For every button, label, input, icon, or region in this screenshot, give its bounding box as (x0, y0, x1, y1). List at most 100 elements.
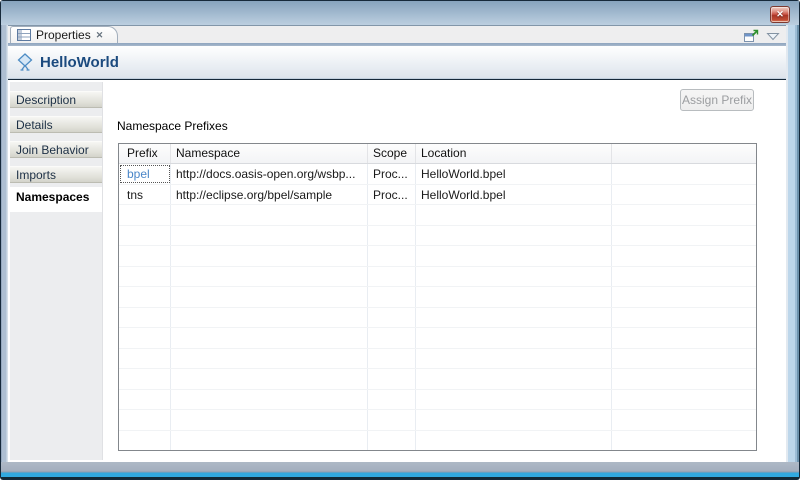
empty-cell (171, 246, 368, 266)
empty-cell (171, 266, 368, 286)
empty-cell (171, 205, 368, 225)
restore-view-icon[interactable] (743, 29, 760, 44)
empty-cell (416, 246, 612, 266)
empty-cell (416, 348, 612, 368)
tab-close-icon[interactable]: ✕ (96, 30, 104, 40)
empty-cell (119, 389, 171, 409)
location-cell[interactable]: HelloWorld.bpel (416, 184, 612, 204)
sidebar-item-namespaces[interactable]: Namespaces (10, 187, 102, 212)
bpel-process-icon (17, 53, 33, 71)
column-header-namespace[interactable]: Namespace (171, 144, 368, 163)
empty-cell (612, 369, 756, 389)
table-empty-row[interactable] (119, 246, 756, 267)
column-header-location[interactable]: Location (416, 144, 612, 163)
table-empty-row[interactable] (119, 225, 756, 246)
empty-cell (612, 328, 756, 348)
table-empty-row[interactable] (119, 328, 756, 349)
table-empty-row[interactable] (119, 348, 756, 369)
view-menu-chevron-icon[interactable] (766, 32, 780, 41)
column-header-blank[interactable] (612, 144, 756, 163)
sidebar-item-join-behavior[interactable]: Join Behavior (10, 141, 102, 158)
blank-cell (612, 185, 756, 205)
sidebar-item-description[interactable]: Description (10, 91, 102, 108)
namespace-cell[interactable]: http://docs.oasis-open.org/wsbp... (171, 164, 368, 184)
empty-cell (119, 410, 171, 430)
empty-cell (612, 205, 756, 225)
empty-cell (416, 225, 612, 245)
scope-cell[interactable]: Proc... (368, 164, 416, 184)
empty-cell (612, 246, 756, 266)
window-frame-right (786, 25, 799, 462)
empty-cell (171, 225, 368, 245)
empty-cell (416, 369, 612, 389)
empty-cell (416, 410, 612, 430)
empty-cell (368, 307, 416, 327)
table-empty-row[interactable] (119, 266, 756, 287)
empty-cell (368, 328, 416, 348)
empty-cell (119, 266, 171, 286)
column-header-prefix[interactable]: Prefix (119, 144, 171, 163)
blank-cell (612, 164, 756, 184)
empty-cell (612, 410, 756, 430)
empty-cell (612, 431, 756, 451)
empty-cell (119, 348, 171, 368)
table-empty-row[interactable] (119, 307, 756, 328)
table-header-row: Prefix Namespace Scope Location (119, 144, 756, 164)
column-header-scope[interactable]: Scope (368, 144, 416, 163)
page-title: HelloWorld (40, 53, 119, 71)
empty-cell (119, 246, 171, 266)
property-tab-list: Description Details Join Behavior Import… (10, 82, 103, 460)
empty-cell (171, 410, 368, 430)
empty-cell (368, 389, 416, 409)
table-row[interactable]: bpel http://docs.oasis-open.org/wsbp... … (119, 164, 756, 185)
table-empty-rows (119, 205, 756, 451)
empty-cell (171, 430, 368, 450)
sidebar-item-details[interactable]: Details (10, 116, 102, 133)
empty-cell (119, 307, 171, 327)
empty-cell (368, 348, 416, 368)
properties-view-icon (17, 29, 31, 41)
selection-header: HelloWorld (8, 46, 786, 79)
tab-properties[interactable]: Properties ✕ (10, 26, 118, 43)
empty-cell (119, 430, 171, 450)
empty-cell (416, 307, 612, 327)
window-close-button[interactable]: ✕ (770, 6, 790, 23)
empty-cell (416, 205, 612, 225)
table-row[interactable]: tns http://eclipse.org/bpel/sample Proc.… (119, 184, 756, 205)
empty-cell (416, 430, 612, 450)
empty-cell (119, 369, 171, 389)
view-body: Description Details Join Behavior Import… (8, 80, 786, 462)
table-empty-row[interactable] (119, 205, 756, 226)
empty-cell (416, 266, 612, 286)
empty-cell (368, 246, 416, 266)
empty-cell (612, 267, 756, 287)
empty-cell (368, 205, 416, 225)
empty-cell (119, 287, 171, 307)
assign-prefix-button[interactable]: Assign Prefix (680, 89, 754, 111)
window-frame-bottom (1, 462, 799, 479)
table-empty-row[interactable] (119, 287, 756, 308)
empty-cell (171, 369, 368, 389)
empty-cell (171, 287, 368, 307)
empty-cell (368, 287, 416, 307)
empty-cell (612, 349, 756, 369)
location-cell[interactable]: HelloWorld.bpel (416, 164, 612, 184)
empty-cell (416, 287, 612, 307)
window-titlebar[interactable] (1, 1, 799, 25)
empty-cell (368, 225, 416, 245)
table-empty-row[interactable] (119, 430, 756, 451)
prefix-cell[interactable]: bpel (119, 164, 171, 184)
window-frame-left (1, 25, 8, 462)
table-empty-row[interactable] (119, 369, 756, 390)
empty-cell (119, 328, 171, 348)
tab-label: Properties (36, 28, 91, 42)
sidebar-item-imports[interactable]: Imports (10, 166, 102, 183)
namespace-cell[interactable]: http://eclipse.org/bpel/sample (171, 184, 368, 204)
table-empty-row[interactable] (119, 389, 756, 410)
empty-cell (368, 266, 416, 286)
empty-cell (368, 410, 416, 430)
prefix-cell[interactable]: tns (119, 184, 171, 204)
scope-cell[interactable]: Proc... (368, 184, 416, 204)
table-empty-row[interactable] (119, 410, 756, 431)
empty-cell (612, 308, 756, 328)
